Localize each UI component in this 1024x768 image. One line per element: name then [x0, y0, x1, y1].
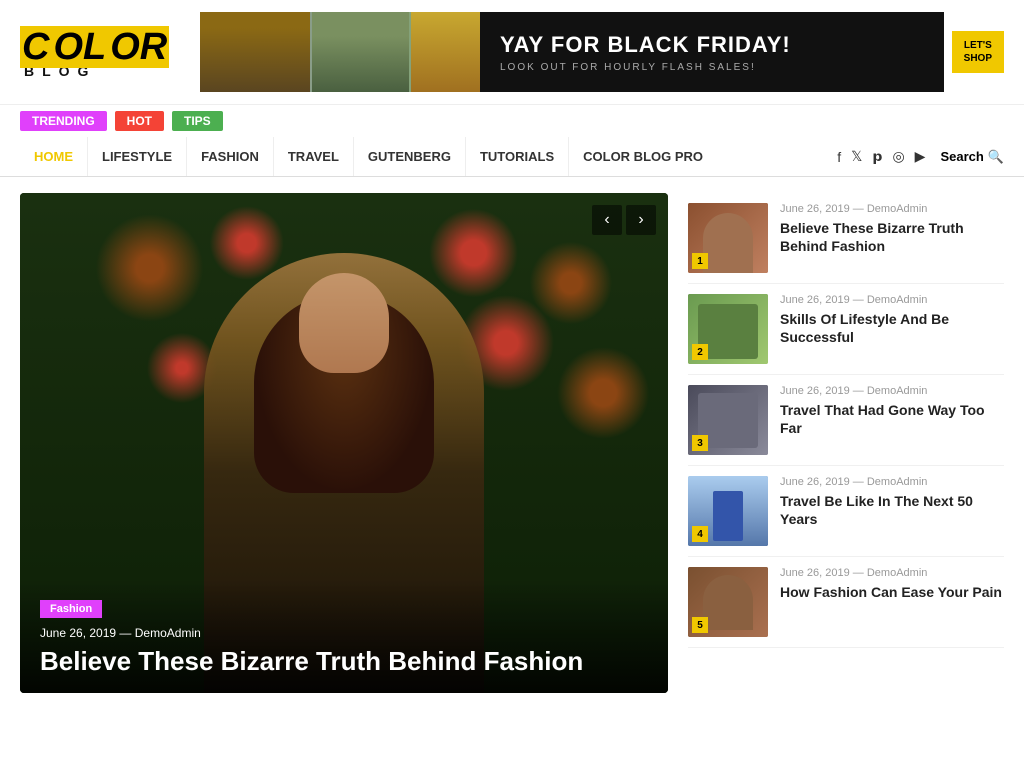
facebook-icon[interactable]: f [837, 149, 841, 165]
tag-bar: TRENDING HOT TIPS [0, 105, 1024, 137]
hero-meta-separator: — [119, 626, 134, 640]
sidebar-item-2[interactable]: 2 June 26, 2019 — DemoAdmin Skills Of Li… [688, 284, 1004, 375]
sidebar-content-5: June 26, 2019 — DemoAdmin How Fashion Ca… [780, 567, 1004, 601]
sidebar-meta-2: June 26, 2019 — DemoAdmin [780, 294, 1004, 306]
sidebar-thumb-2: 2 [688, 294, 768, 364]
header: COLOR BLOG YAY FOR BLACK FRIDAY! LOOK OU… [0, 0, 1024, 105]
sidebar-meta-4: June 26, 2019 — DemoAdmin [780, 476, 1004, 488]
sidebar-content-4: June 26, 2019 — DemoAdmin Travel Be Like… [780, 476, 1004, 528]
youtube-icon[interactable]: ▶ [915, 148, 926, 165]
hero-image: ‹ › Fashion June 26, 2019 — DemoAdmin Be… [20, 193, 668, 693]
sidebar-thumb-3: 3 [688, 385, 768, 455]
nav-fashion[interactable]: FASHION [187, 137, 274, 176]
hero-next-button[interactable]: › [626, 205, 656, 235]
sidebar-item-4[interactable]: 4 June 26, 2019 — DemoAdmin Travel Be Li… [688, 466, 1004, 557]
twitter-icon[interactable]: 𝕏 [851, 148, 862, 165]
nav-travel[interactable]: TRAVEL [274, 137, 354, 176]
sidebar-thumb-1: 1 [688, 203, 768, 273]
sidebar-content-2: June 26, 2019 — DemoAdmin Skills Of Life… [780, 294, 1004, 346]
instagram-icon[interactable]: ◎ [892, 148, 904, 165]
sidebar-meta-5: June 26, 2019 — DemoAdmin [780, 567, 1004, 579]
sidebar-title-5: How Fashion Can Ease Your Pain [780, 583, 1004, 601]
sidebar-title-3: Travel That Had Gone Way Too Far [780, 401, 1004, 437]
sidebar-content-1: June 26, 2019 — DemoAdmin Believe These … [780, 203, 1004, 255]
sidebar-title-4: Travel Be Like In The Next 50 Years [780, 492, 1004, 528]
search-icon: 🔍 [988, 149, 1004, 165]
thumb-number-2: 2 [692, 344, 708, 360]
sidebar-thumb-5: 5 [688, 567, 768, 637]
thumb-number-4: 4 [692, 526, 708, 542]
nav-lifestyle[interactable]: LIFESTYLE [88, 137, 187, 176]
sidebar-item-5[interactable]: 5 June 26, 2019 — DemoAdmin How Fashion … [688, 557, 1004, 648]
hero-category[interactable]: Fashion [40, 600, 102, 618]
nav-links: HOME LIFESTYLE FASHION TRAVEL GUTENBERG … [20, 137, 827, 176]
banner-text: YAY FOR BLACK FRIDAY! LOOK OUT FOR HOURL… [480, 12, 944, 92]
banner-button[interactable]: LET'SSHOP [952, 31, 1004, 73]
sidebar-item-1[interactable]: 1 June 26, 2019 — DemoAdmin Believe Thes… [688, 193, 1004, 284]
sidebar-content-3: June 26, 2019 — DemoAdmin Travel That Ha… [780, 385, 1004, 437]
banner-image [200, 12, 480, 92]
sidebar-item-3[interactable]: 3 June 26, 2019 — DemoAdmin Travel That … [688, 375, 1004, 466]
thumb-number-1: 1 [692, 253, 708, 269]
search-button[interactable]: Search 🔍 [940, 149, 1004, 165]
thumb-number-5: 5 [692, 617, 708, 633]
main-content: ‹ › Fashion June 26, 2019 — DemoAdmin Be… [0, 177, 1024, 709]
thumb-number-3: 3 [692, 435, 708, 451]
sidebar-title-1: Believe These Bizarre Truth Behind Fashi… [780, 219, 1004, 255]
hero-section: ‹ › Fashion June 26, 2019 — DemoAdmin Be… [20, 193, 668, 693]
search-label: Search [940, 149, 983, 164]
hero-date: June 26, 2019 [40, 626, 116, 640]
hero-nav-buttons: ‹ › [592, 205, 656, 235]
tag-hot[interactable]: HOT [115, 111, 164, 131]
hero-overlay: Fashion June 26, 2019 — DemoAdmin Believ… [20, 579, 668, 693]
hero-meta: June 26, 2019 — DemoAdmin [40, 626, 648, 640]
nav-color-blog-pro[interactable]: COLOR BLOG PRO [569, 137, 717, 176]
nav-home[interactable]: HOME [20, 137, 88, 176]
nav-gutenberg[interactable]: GUTENBERG [354, 137, 466, 176]
sidebar: 1 June 26, 2019 — DemoAdmin Believe Thes… [688, 193, 1004, 693]
tag-trending[interactable]: TRENDING [20, 111, 107, 131]
sidebar-meta-1: June 26, 2019 — DemoAdmin [780, 203, 1004, 215]
sidebar-title-2: Skills Of Lifestyle And Be Successful [780, 310, 1004, 346]
logo[interactable]: COLOR BLOG [20, 26, 180, 79]
nav-tutorials[interactable]: TUTORIALS [466, 137, 569, 176]
hero-prev-button[interactable]: ‹ [592, 205, 622, 235]
hero-author: DemoAdmin [135, 626, 201, 640]
tag-tips[interactable]: TIPS [172, 111, 223, 131]
banner-title: YAY FOR BLACK FRIDAY! [500, 32, 791, 58]
logo-color: COLOR [20, 26, 169, 69]
sidebar-thumb-4: 4 [688, 476, 768, 546]
banner-area: YAY FOR BLACK FRIDAY! LOOK OUT FOR HOURL… [200, 12, 1004, 92]
social-links: f 𝕏 𝗽 ◎ ▶ [837, 148, 925, 165]
banner-subtitle: LOOK OUT FOR HOURLY FLASH SALES! [500, 62, 756, 73]
hero-title: Believe These Bizarre Truth Behind Fashi… [40, 646, 648, 677]
navigation: HOME LIFESTYLE FASHION TRAVEL GUTENBERG … [0, 137, 1024, 177]
pinterest-icon[interactable]: 𝗽 [872, 148, 882, 165]
sidebar-meta-3: June 26, 2019 — DemoAdmin [780, 385, 1004, 397]
